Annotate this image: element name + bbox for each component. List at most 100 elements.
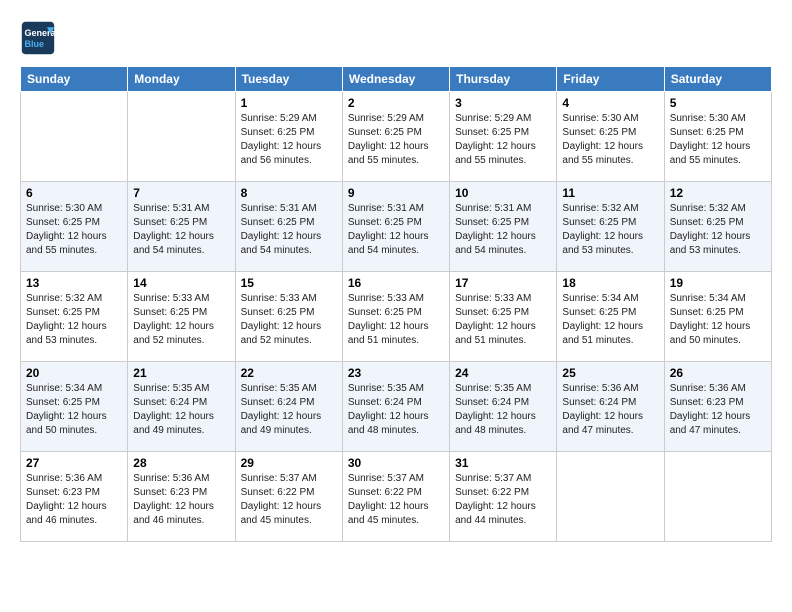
calendar-cell: 22 Sunrise: 5:35 AMSunset: 6:24 PMDaylig… [235, 362, 342, 452]
day-number: 19 [670, 276, 766, 290]
day-number: 2 [348, 96, 444, 110]
calendar-header-row: SundayMondayTuesdayWednesdayThursdayFrid… [21, 67, 772, 92]
calendar-table: SundayMondayTuesdayWednesdayThursdayFrid… [20, 66, 772, 542]
calendar-week-row: 13 Sunrise: 5:32 AMSunset: 6:25 PMDaylig… [21, 272, 772, 362]
calendar-cell: 26 Sunrise: 5:36 AMSunset: 6:23 PMDaylig… [664, 362, 771, 452]
cell-info: Sunrise: 5:37 AMSunset: 6:22 PMDaylight:… [455, 473, 536, 526]
calendar-week-row: 6 Sunrise: 5:30 AMSunset: 6:25 PMDayligh… [21, 182, 772, 272]
cell-info: Sunrise: 5:31 AMSunset: 6:25 PMDaylight:… [348, 203, 429, 256]
calendar-cell: 20 Sunrise: 5:34 AMSunset: 6:25 PMDaylig… [21, 362, 128, 452]
day-number: 23 [348, 366, 444, 380]
day-number: 12 [670, 186, 766, 200]
calendar-cell: 25 Sunrise: 5:36 AMSunset: 6:24 PMDaylig… [557, 362, 664, 452]
cell-info: Sunrise: 5:31 AMSunset: 6:25 PMDaylight:… [133, 203, 214, 256]
calendar-cell: 29 Sunrise: 5:37 AMSunset: 6:22 PMDaylig… [235, 452, 342, 542]
cell-info: Sunrise: 5:30 AMSunset: 6:25 PMDaylight:… [26, 203, 107, 256]
day-number: 8 [241, 186, 337, 200]
logo: General Blue [20, 20, 62, 56]
calendar-cell [557, 452, 664, 542]
calendar-cell: 24 Sunrise: 5:35 AMSunset: 6:24 PMDaylig… [450, 362, 557, 452]
day-number: 28 [133, 456, 229, 470]
cell-info: Sunrise: 5:35 AMSunset: 6:24 PMDaylight:… [348, 383, 429, 436]
column-header-tuesday: Tuesday [235, 67, 342, 92]
cell-info: Sunrise: 5:34 AMSunset: 6:25 PMDaylight:… [670, 293, 751, 346]
cell-info: Sunrise: 5:30 AMSunset: 6:25 PMDaylight:… [670, 113, 751, 166]
day-number: 31 [455, 456, 551, 470]
cell-info: Sunrise: 5:36 AMSunset: 6:23 PMDaylight:… [26, 473, 107, 526]
calendar-cell: 10 Sunrise: 5:31 AMSunset: 6:25 PMDaylig… [450, 182, 557, 272]
cell-info: Sunrise: 5:34 AMSunset: 6:25 PMDaylight:… [562, 293, 643, 346]
logo-icon: General Blue [20, 20, 56, 56]
calendar-cell: 2 Sunrise: 5:29 AMSunset: 6:25 PMDayligh… [342, 92, 449, 182]
calendar-cell: 8 Sunrise: 5:31 AMSunset: 6:25 PMDayligh… [235, 182, 342, 272]
cell-info: Sunrise: 5:34 AMSunset: 6:25 PMDaylight:… [26, 383, 107, 436]
calendar-cell: 19 Sunrise: 5:34 AMSunset: 6:25 PMDaylig… [664, 272, 771, 362]
cell-info: Sunrise: 5:29 AMSunset: 6:25 PMDaylight:… [455, 113, 536, 166]
cell-info: Sunrise: 5:36 AMSunset: 6:24 PMDaylight:… [562, 383, 643, 436]
column-header-friday: Friday [557, 67, 664, 92]
day-number: 21 [133, 366, 229, 380]
column-header-wednesday: Wednesday [342, 67, 449, 92]
calendar-cell [128, 92, 235, 182]
calendar-cell: 27 Sunrise: 5:36 AMSunset: 6:23 PMDaylig… [21, 452, 128, 542]
cell-info: Sunrise: 5:36 AMSunset: 6:23 PMDaylight:… [670, 383, 751, 436]
calendar-cell: 17 Sunrise: 5:33 AMSunset: 6:25 PMDaylig… [450, 272, 557, 362]
cell-info: Sunrise: 5:31 AMSunset: 6:25 PMDaylight:… [455, 203, 536, 256]
cell-info: Sunrise: 5:35 AMSunset: 6:24 PMDaylight:… [455, 383, 536, 436]
column-header-saturday: Saturday [664, 67, 771, 92]
day-number: 15 [241, 276, 337, 290]
column-header-sunday: Sunday [21, 67, 128, 92]
day-number: 20 [26, 366, 122, 380]
column-header-monday: Monday [128, 67, 235, 92]
day-number: 4 [562, 96, 658, 110]
cell-info: Sunrise: 5:37 AMSunset: 6:22 PMDaylight:… [241, 473, 322, 526]
calendar-week-row: 27 Sunrise: 5:36 AMSunset: 6:23 PMDaylig… [21, 452, 772, 542]
calendar-cell: 7 Sunrise: 5:31 AMSunset: 6:25 PMDayligh… [128, 182, 235, 272]
cell-info: Sunrise: 5:33 AMSunset: 6:25 PMDaylight:… [133, 293, 214, 346]
cell-info: Sunrise: 5:36 AMSunset: 6:23 PMDaylight:… [133, 473, 214, 526]
day-number: 14 [133, 276, 229, 290]
day-number: 16 [348, 276, 444, 290]
page-header: General Blue [20, 20, 772, 56]
cell-info: Sunrise: 5:31 AMSunset: 6:25 PMDaylight:… [241, 203, 322, 256]
calendar-cell: 11 Sunrise: 5:32 AMSunset: 6:25 PMDaylig… [557, 182, 664, 272]
calendar-cell: 14 Sunrise: 5:33 AMSunset: 6:25 PMDaylig… [128, 272, 235, 362]
calendar-cell: 18 Sunrise: 5:34 AMSunset: 6:25 PMDaylig… [557, 272, 664, 362]
day-number: 3 [455, 96, 551, 110]
calendar-cell: 21 Sunrise: 5:35 AMSunset: 6:24 PMDaylig… [128, 362, 235, 452]
day-number: 17 [455, 276, 551, 290]
calendar-cell: 16 Sunrise: 5:33 AMSunset: 6:25 PMDaylig… [342, 272, 449, 362]
calendar-cell: 23 Sunrise: 5:35 AMSunset: 6:24 PMDaylig… [342, 362, 449, 452]
column-header-thursday: Thursday [450, 67, 557, 92]
calendar-cell [664, 452, 771, 542]
calendar-cell [21, 92, 128, 182]
calendar-cell: 30 Sunrise: 5:37 AMSunset: 6:22 PMDaylig… [342, 452, 449, 542]
cell-info: Sunrise: 5:33 AMSunset: 6:25 PMDaylight:… [241, 293, 322, 346]
cell-info: Sunrise: 5:29 AMSunset: 6:25 PMDaylight:… [348, 113, 429, 166]
cell-info: Sunrise: 5:35 AMSunset: 6:24 PMDaylight:… [241, 383, 322, 436]
day-number: 22 [241, 366, 337, 380]
calendar-week-row: 1 Sunrise: 5:29 AMSunset: 6:25 PMDayligh… [21, 92, 772, 182]
calendar-cell: 9 Sunrise: 5:31 AMSunset: 6:25 PMDayligh… [342, 182, 449, 272]
cell-info: Sunrise: 5:33 AMSunset: 6:25 PMDaylight:… [455, 293, 536, 346]
calendar-cell: 28 Sunrise: 5:36 AMSunset: 6:23 PMDaylig… [128, 452, 235, 542]
cell-info: Sunrise: 5:32 AMSunset: 6:25 PMDaylight:… [26, 293, 107, 346]
cell-info: Sunrise: 5:29 AMSunset: 6:25 PMDaylight:… [241, 113, 322, 166]
cell-info: Sunrise: 5:32 AMSunset: 6:25 PMDaylight:… [670, 203, 751, 256]
calendar-cell: 13 Sunrise: 5:32 AMSunset: 6:25 PMDaylig… [21, 272, 128, 362]
calendar-cell: 6 Sunrise: 5:30 AMSunset: 6:25 PMDayligh… [21, 182, 128, 272]
calendar-cell: 5 Sunrise: 5:30 AMSunset: 6:25 PMDayligh… [664, 92, 771, 182]
calendar-cell: 15 Sunrise: 5:33 AMSunset: 6:25 PMDaylig… [235, 272, 342, 362]
calendar-cell: 12 Sunrise: 5:32 AMSunset: 6:25 PMDaylig… [664, 182, 771, 272]
day-number: 25 [562, 366, 658, 380]
cell-info: Sunrise: 5:32 AMSunset: 6:25 PMDaylight:… [562, 203, 643, 256]
day-number: 26 [670, 366, 766, 380]
day-number: 11 [562, 186, 658, 200]
day-number: 30 [348, 456, 444, 470]
day-number: 7 [133, 186, 229, 200]
calendar-cell: 1 Sunrise: 5:29 AMSunset: 6:25 PMDayligh… [235, 92, 342, 182]
day-number: 10 [455, 186, 551, 200]
day-number: 1 [241, 96, 337, 110]
cell-info: Sunrise: 5:33 AMSunset: 6:25 PMDaylight:… [348, 293, 429, 346]
day-number: 29 [241, 456, 337, 470]
